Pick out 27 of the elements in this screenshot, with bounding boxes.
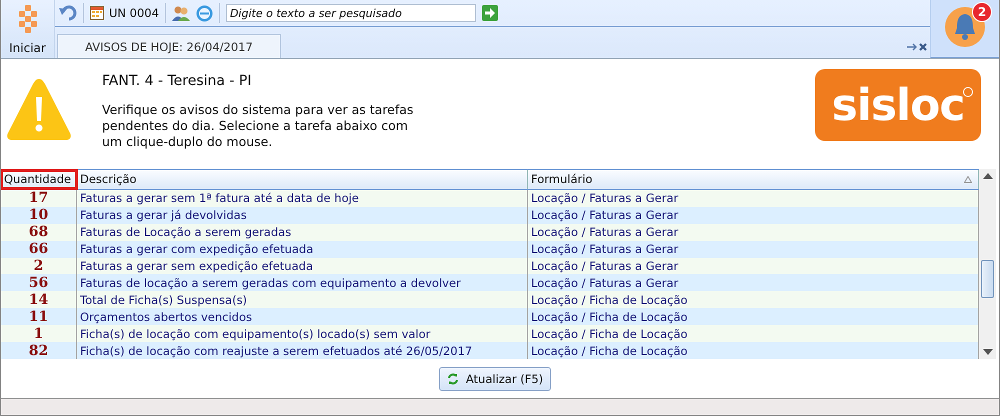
search-field[interactable]: Digite o texto a ser pesquisado <box>226 4 476 22</box>
scroll-thumb[interactable] <box>981 260 994 298</box>
warning-icon <box>6 77 72 141</box>
column-header[interactable]: Quantidade <box>1 170 77 189</box>
calendar-icon <box>90 6 104 20</box>
start-button[interactable]: Iniciar <box>1 0 55 58</box>
minus-circle-icon[interactable] <box>196 4 213 22</box>
column-header[interactable]: Descrição <box>77 170 528 189</box>
scrollbar[interactable] <box>979 169 996 359</box>
sort-icon <box>964 176 972 183</box>
refresh-button[interactable]: Atualizar (F5) <box>438 366 552 390</box>
unit-button[interactable]: UN 0004 <box>90 6 159 20</box>
instructions-text: Verifique os avisos do sistema para ver as tarefas pendentes do dia. Selecione a tarefa abaixo com um clique-duplo do mouse. <box>102 102 414 150</box>
notification-badge: 2 <box>972 2 992 22</box>
tab[interactable]: AVISOS DE HOJE: 26/04/2017 <box>57 34 281 58</box>
users-icon[interactable] <box>172 5 190 21</box>
refresh-icon <box>448 372 458 384</box>
pin-close-icon[interactable] <box>906 42 928 52</box>
bell-icon[interactable] <box>944 6 986 48</box>
quantity-cell: 82 <box>1 342 77 359</box>
description-cell: Ficha(s) de locação com reajuste a serem efetuados até 26/05/2017 <box>77 342 528 359</box>
undo-icon[interactable] <box>59 5 77 21</box>
scroll-down-icon[interactable] <box>982 349 992 355</box>
scroll-up-icon[interactable] <box>982 173 992 179</box>
go-arrow-icon[interactable] <box>482 5 498 21</box>
branch-title: FANT. 4 - Teresina - PI <box>102 73 252 89</box>
sisloc-logo: sisloc <box>815 69 981 141</box>
